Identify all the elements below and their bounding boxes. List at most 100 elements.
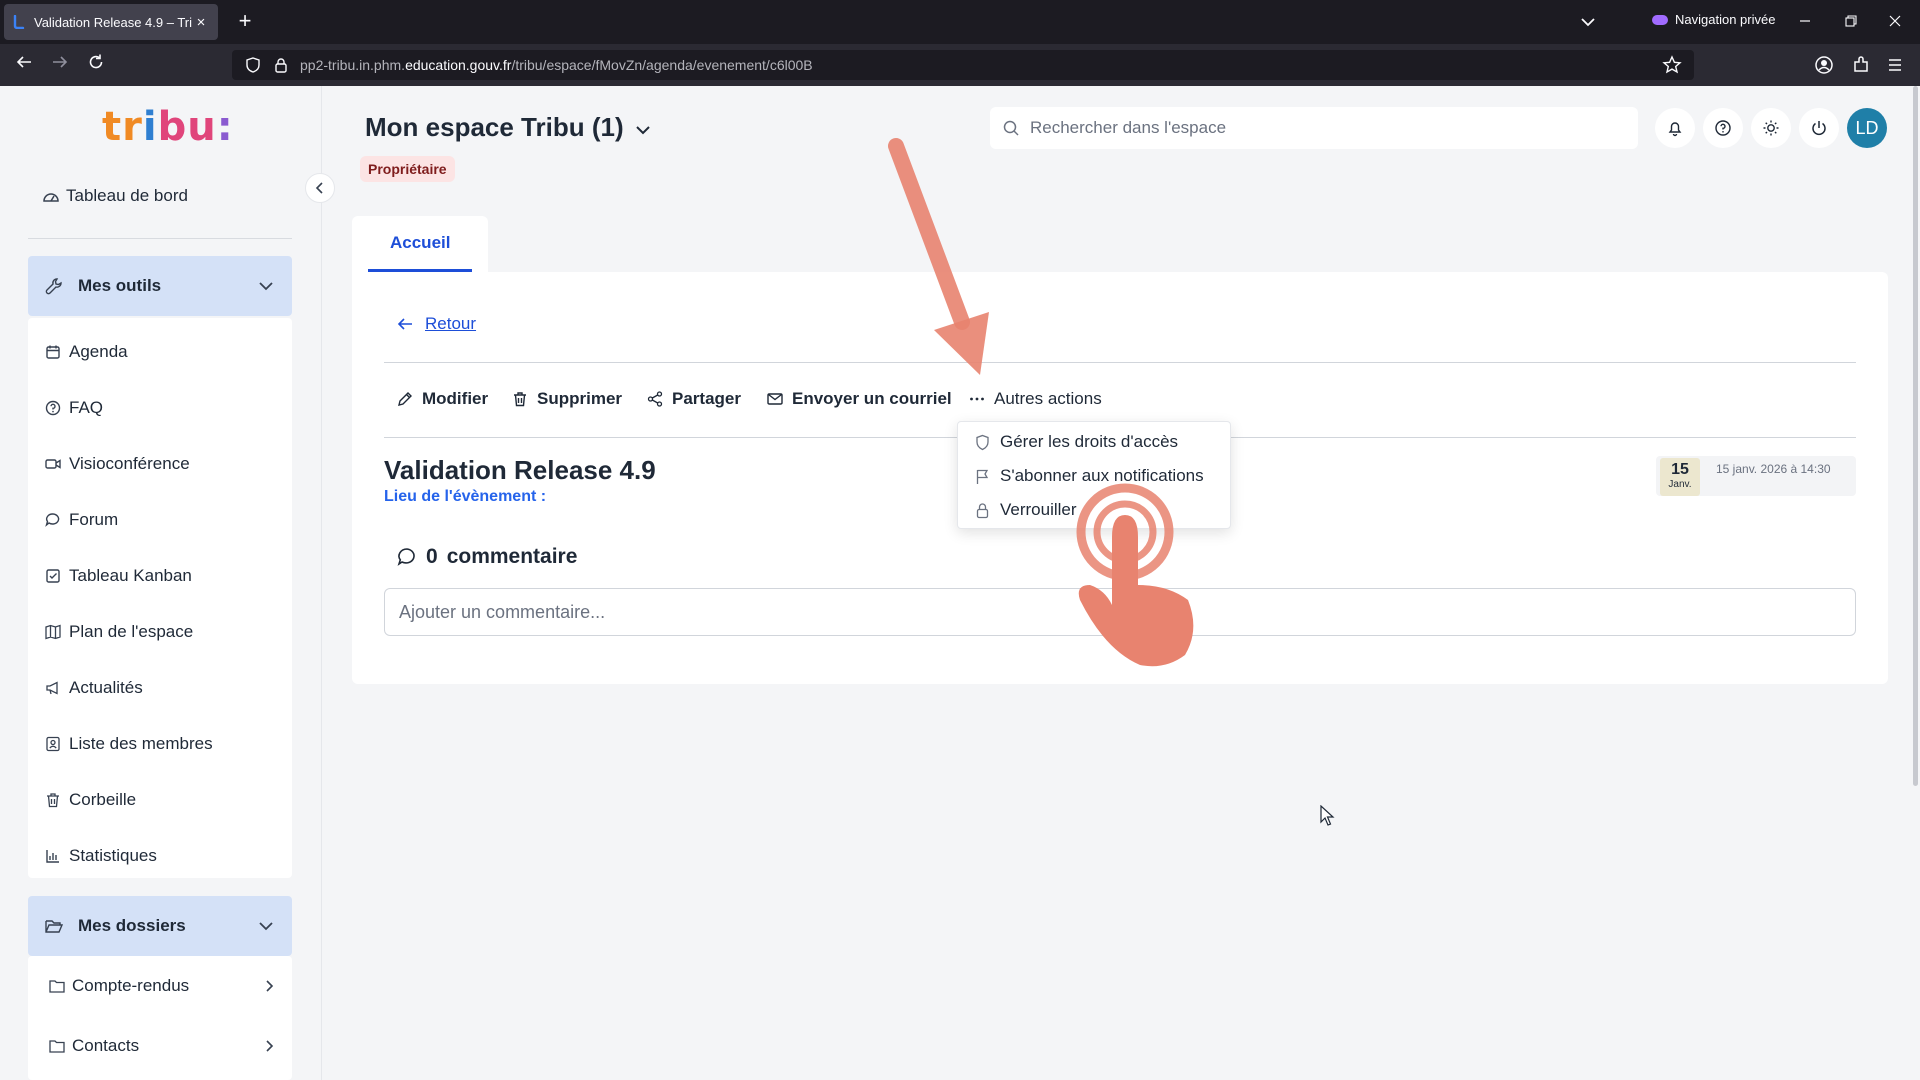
tab-list-chevron-icon[interactable]: [1576, 10, 1600, 34]
folder-label: Compte-rendus: [72, 976, 190, 995]
send-email-button[interactable]: Envoyer un courriel: [766, 389, 952, 409]
search-input[interactable]: [1030, 118, 1610, 138]
menu-item-manage-access[interactable]: Gérer les droits d'accès: [974, 432, 1178, 452]
sidebar-item-faq[interactable]: FAQ: [44, 398, 103, 418]
new-tab-button[interactable]: +: [232, 9, 258, 35]
event-datetime: 15 janv. 2026 à 14:30: [1716, 462, 1831, 476]
tools-list: Agenda FAQ Visioconférence Forum Tableau…: [28, 318, 292, 878]
sidebar-item-stats[interactable]: Statistiques: [44, 846, 157, 866]
menu-hamburger-icon[interactable]: [1884, 54, 1906, 76]
members-icon: [44, 735, 62, 753]
tribu-logo[interactable]: tribu:: [102, 104, 234, 150]
private-browsing-indicator: Navigation privée: [1652, 12, 1775, 27]
space-title: Mon espace Tribu (1): [365, 112, 624, 142]
padlock-icon[interactable]: [272, 56, 290, 74]
date-day: 15: [1671, 461, 1689, 478]
sidebar-item-members[interactable]: Liste des membres: [44, 734, 213, 754]
logo-part: i: [142, 104, 158, 150]
dashboard-gauge-icon: [42, 187, 60, 205]
sidebar-item-forum[interactable]: Forum: [44, 510, 118, 530]
megaphone-icon: [44, 679, 62, 697]
chevron-right-icon: [260, 1037, 278, 1055]
chevron-down-icon: [632, 117, 654, 139]
space-search[interactable]: [990, 107, 1638, 149]
folder-item-compte-rendus[interactable]: Compte-rendus: [48, 976, 278, 996]
browser-navbar: pp2-tribu.in.phm. education.gouv.fr/tribu…: [0, 44, 1920, 86]
tab-label: Accueil: [390, 233, 451, 252]
browser-tabbar: Validation Release 4.9 – Tribu × + Navig…: [0, 0, 1920, 44]
edit-button[interactable]: Modifier: [396, 389, 488, 409]
tools-section-header[interactable]: Mes outils: [28, 256, 292, 316]
sidebar: tribu: Tableau de bord Mes outils Agenda…: [0, 86, 322, 1080]
sidebar-item-label: Actualités: [69, 678, 143, 697]
sidebar-item-label: Statistiques: [69, 846, 157, 865]
sidebar-item-news[interactable]: Actualités: [44, 678, 143, 698]
tools-section-title: Mes outils: [78, 276, 162, 295]
sidebar-item-label: Visioconférence: [69, 454, 190, 473]
share-icon: [646, 390, 664, 408]
question-circle-icon: [44, 399, 62, 417]
logo-part: bu: [157, 104, 217, 150]
sidebar-item-agenda[interactable]: Agenda: [44, 342, 128, 362]
forum-icon: [44, 511, 62, 529]
close-window-button[interactable]: [1880, 8, 1910, 36]
folder-icon: [48, 977, 66, 995]
tab-accueil[interactable]: Accueil: [352, 216, 488, 272]
comments-label: commentaire: [446, 545, 578, 568]
folder-label: Contacts: [72, 1036, 140, 1055]
browser-tab[interactable]: Validation Release 4.9 – Tribu ×: [4, 4, 218, 40]
divider: [384, 362, 1856, 363]
avatar[interactable]: LD: [1847, 108, 1887, 148]
sidebar-item-label: Agenda: [69, 342, 128, 361]
menu-item-label: S'abonner aux notifications: [1000, 466, 1204, 485]
back-link[interactable]: Retour: [395, 314, 476, 334]
trash-icon: [511, 390, 529, 408]
extensions-icon[interactable]: [1850, 54, 1872, 76]
video-icon: [44, 455, 62, 473]
delete-button[interactable]: Supprimer: [511, 389, 622, 409]
sidebar-item-dashboard[interactable]: Tableau de bord: [42, 186, 188, 206]
tab-title: Validation Release 4.9 – Tribu: [34, 14, 192, 30]
help-button[interactable]: [1703, 108, 1743, 148]
sidebar-item-plan[interactable]: Plan de l'espace: [44, 622, 193, 642]
page-scrollbar[interactable]: [1913, 86, 1918, 786]
comment-input[interactable]: [384, 588, 1856, 636]
url-bar[interactable]: pp2-tribu.in.phm. education.gouv.fr/tribu…: [232, 50, 1694, 80]
forward-arrow-icon[interactable]: [46, 52, 74, 78]
sidebar-item-visio[interactable]: Visioconférence: [44, 454, 190, 474]
event-title: Validation Release 4.9: [384, 455, 656, 485]
share-button[interactable]: Partager: [646, 389, 741, 409]
private-label: Navigation privée: [1675, 12, 1776, 27]
tab-close-icon[interactable]: ×: [192, 14, 210, 31]
logout-button[interactable]: [1799, 108, 1839, 148]
restore-button[interactable]: [1836, 8, 1866, 36]
help-circle-icon: [1715, 120, 1731, 136]
comment-bubble-icon: [396, 546, 418, 568]
sidebar-item-label: Plan de l'espace: [69, 622, 194, 641]
notifications-button[interactable]: [1655, 108, 1695, 148]
stats-icon: [44, 847, 62, 865]
minimize-button[interactable]: [1790, 8, 1820, 36]
bookmark-star-icon[interactable]: [1662, 55, 1682, 75]
sun-icon: [1763, 120, 1779, 136]
folder-item-contacts[interactable]: Contacts: [48, 1036, 278, 1056]
back-arrow-icon[interactable]: [10, 52, 38, 78]
folders-section-title: Mes dossiers: [78, 916, 186, 935]
folder-open-icon: [44, 916, 64, 936]
space-title-selector[interactable]: Mon espace Tribu (1): [365, 112, 654, 143]
url-host: education.gouv.fr: [405, 57, 512, 73]
reload-icon[interactable]: [82, 52, 110, 78]
menu-item-lock[interactable]: Verrouiller: [974, 500, 1077, 520]
folders-list: Compte-rendus Contacts: [28, 956, 292, 1080]
tracking-shield-icon[interactable]: [244, 56, 262, 74]
chevron-left-icon: [315, 182, 323, 194]
folders-section-header[interactable]: Mes dossiers: [28, 896, 292, 956]
menu-item-subscribe[interactable]: S'abonner aux notifications: [974, 466, 1204, 486]
account-icon[interactable]: [1813, 54, 1835, 76]
theme-toggle-button[interactable]: [1751, 108, 1791, 148]
sidebar-collapse-button[interactable]: [305, 173, 335, 203]
sidebar-item-kanban[interactable]: Tableau Kanban: [44, 566, 192, 586]
sidebar-item-trash[interactable]: Corbeille: [44, 790, 136, 810]
more-actions-button[interactable]: Autres actions: [968, 389, 1102, 409]
event-place-label: Lieu de l'évènement :: [384, 488, 547, 505]
